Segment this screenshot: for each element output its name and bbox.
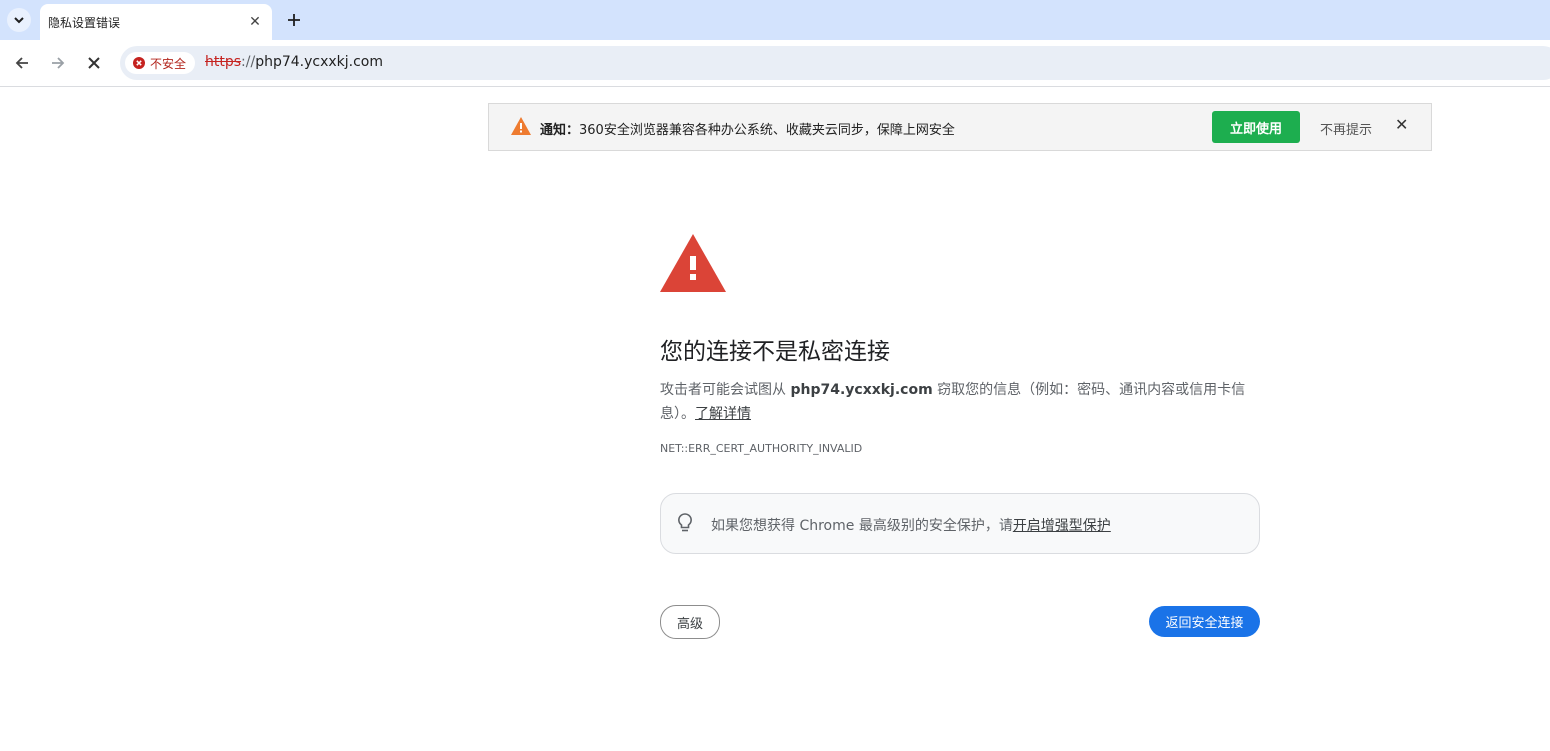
- enable-enhanced-protection-link[interactable]: 开启增强型保护: [1013, 518, 1111, 534]
- arrow-right-icon: [52, 57, 65, 69]
- tab-active[interactable]: 隐私设置错误 ✕: [40, 4, 272, 40]
- new-tab-button[interactable]: [282, 8, 306, 32]
- url-separator: ://: [241, 54, 256, 70]
- tab-search-button[interactable]: [7, 8, 31, 32]
- learn-more-link[interactable]: 了解详情: [695, 406, 751, 422]
- notification-text: 通知：360安全浏览器兼容各种办公系统、收藏夹云同步，保障上网安全: [540, 119, 955, 138]
- error-desc-before: 攻击者可能会试图从: [660, 382, 791, 398]
- notification-label: 通知：: [540, 123, 580, 138]
- close-icon: [88, 57, 100, 69]
- notification-bar: 通知：360安全浏览器兼容各种办公系统、收藏夹云同步，保障上网安全 立即使用 不…: [488, 103, 1432, 151]
- back-to-safety-button[interactable]: 返回安全连接: [1149, 606, 1260, 637]
- url-text[interactable]: https://php74.ycxxkj.com: [205, 54, 383, 70]
- back-button[interactable]: [10, 51, 34, 75]
- use-now-button[interactable]: 立即使用: [1212, 111, 1300, 143]
- warning-triangle-icon: [511, 117, 531, 135]
- address-bar[interactable]: 不安全 https://php74.ycxxkj.com: [120, 46, 1550, 80]
- error-code: NET::ERR_CERT_AUTHORITY_INVALID: [660, 442, 863, 455]
- tab-title: 隐私设置错误: [48, 16, 121, 30]
- advanced-button[interactable]: 高级: [660, 605, 720, 639]
- tab-strip: 隐私设置错误 ✕: [0, 0, 1550, 40]
- security-chip-label: 不安全: [150, 56, 187, 71]
- url-scheme: https: [205, 54, 242, 70]
- close-tab-icon[interactable]: ✕: [246, 13, 264, 31]
- error-description: 攻击者可能会试图从 php74.ycxxkj.com 窃取您的信息（例如：密码、…: [660, 378, 1260, 426]
- warning-icon: [660, 234, 726, 292]
- lightbulb-icon: [678, 513, 692, 532]
- arrow-left-icon: [15, 57, 28, 69]
- error-title: 您的连接不是私密连接: [660, 339, 890, 365]
- stop-loading-button[interactable]: [82, 51, 106, 75]
- toolbar: 不安全 https://php74.ycxxkj.com: [0, 40, 1550, 87]
- chevron-down-icon: [14, 17, 24, 24]
- forward-button[interactable]: [46, 51, 70, 75]
- enhanced-text: 如果您想获得 Chrome 最高级别的安全保护，请: [711, 518, 1013, 534]
- not-secure-icon: [133, 57, 145, 69]
- security-chip[interactable]: 不安全: [125, 52, 196, 74]
- enhanced-protection-box: 如果您想获得 Chrome 最高级别的安全保护，请开启增强型保护: [660, 493, 1260, 554]
- dont-remind-link[interactable]: 不再提示: [1320, 119, 1372, 138]
- close-icon[interactable]: ✕: [1395, 115, 1408, 134]
- notification-message: 360安全浏览器兼容各种办公系统、收藏夹云同步，保障上网安全: [579, 123, 955, 138]
- enhanced-protection-text: 如果您想获得 Chrome 最高级别的安全保护，请开启增强型保护: [711, 515, 1111, 535]
- url-host: php74.ycxxkj.com: [255, 54, 384, 70]
- plus-icon: [288, 14, 300, 26]
- error-desc-host: php74.ycxxkj.com: [790, 382, 933, 398]
